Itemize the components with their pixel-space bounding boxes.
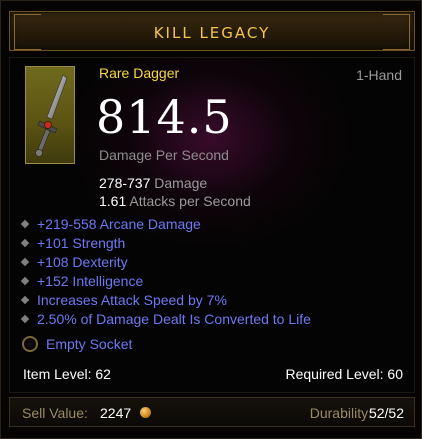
affix-bullet-icon [20,219,30,229]
affix-line: +108 Dexterity [20,254,128,270]
tooltip-header: KILL LEGACY [9,11,415,51]
dps-label: Damage Per Second [99,147,229,163]
dagger-icon [35,74,68,157]
item-tooltip: KILL LEGACY Rare Dagger 1-Hand 814.5 Dam… [0,0,422,439]
affix-line: Increases Attack Speed by 7% [20,292,227,308]
damage-stat: 278-737 Damage [99,175,207,191]
durability-label: Durability: [309,405,372,421]
affix-bullet-icon [20,276,30,286]
item-level-value: 62 [95,366,111,382]
damage-range: 278-737 [99,175,151,191]
affix-line: 2.50% of Damage Dealt Is Converted to Li… [20,311,311,327]
item-name: KILL LEGACY [153,24,271,42]
tooltip-footer: Sell Value: 2247 Durability: 52/52 [9,397,415,427]
affix-line: +219-558 Arcane Damage [20,216,201,232]
required-level: Required Level: 60 [285,366,403,382]
damage-label: Damage [154,175,208,191]
affix-text: 2.50% of Damage Dealt Is Converted to Li… [37,311,311,327]
gold-coin-icon [140,407,151,418]
sell-value-label: Sell Value: [22,405,88,421]
affix-text: +108 Dexterity [37,254,128,270]
item-level: Item Level: 62 [23,366,111,382]
item-image-frame [25,66,75,164]
affix-bullet-icon [20,257,30,267]
attack-speed-stat: 1.61 Attacks per Second [99,193,251,209]
tooltip-body: Rare Dagger 1-Hand 814.5 Damage Per Seco… [9,57,415,393]
affix-line: +101 Strength [20,235,125,251]
affix-text: +219-558 Arcane Damage [37,216,201,232]
affix-text: Increases Attack Speed by 7% [37,292,227,308]
affix-bullet-icon [20,295,30,305]
item-level-label: Item Level: [23,366,92,382]
affix-line: +152 Intelligence [20,273,143,289]
dps-value: 814.5 [96,90,233,144]
attack-speed-label: Attacks per Second [129,193,251,209]
empty-socket-icon [22,336,38,352]
affix-bullet-icon [20,314,30,324]
socket-label: Empty Socket [46,336,133,352]
affix-text: +152 Intelligence [37,273,144,289]
required-level-label: Required Level: [285,366,384,382]
item-type: Rare Dagger [99,65,180,81]
required-level-value: 60 [387,366,403,382]
sell-value: 2247 [100,405,132,421]
socket-row: Empty Socket [22,336,132,352]
affix-text: +101 Strength [37,235,126,251]
durability-value: 52/52 [368,405,404,421]
item-slot: 1-Hand [356,67,402,83]
affix-bullet-icon [20,238,30,248]
attack-speed-value: 1.61 [99,193,127,209]
